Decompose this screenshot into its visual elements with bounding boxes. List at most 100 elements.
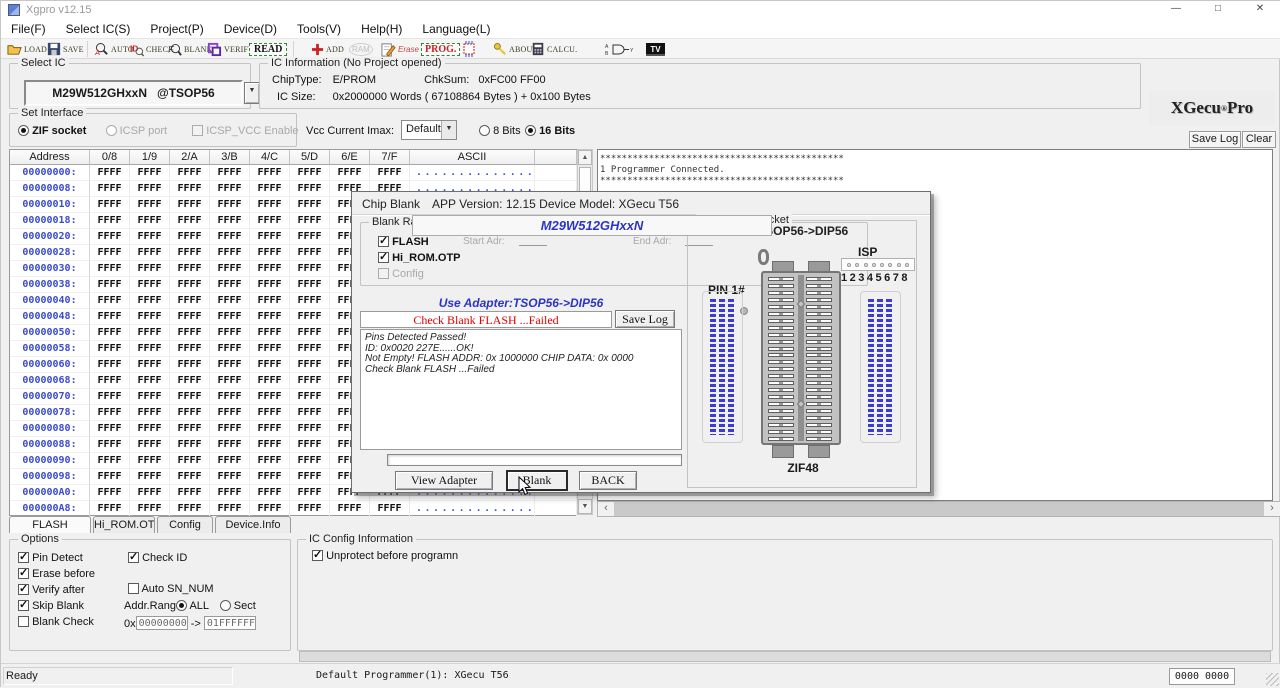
hex-cell[interactable]: FFFF: [210, 469, 250, 485]
hex-cell[interactable]: FFFF: [130, 453, 170, 469]
tab-hi-rom-otp[interactable]: Hi_ROM.OTP: [93, 516, 155, 533]
hex-cell[interactable]: FFFF: [90, 309, 130, 325]
hex-cell[interactable]: FFFF: [210, 405, 250, 421]
hex-cell[interactable]: FFFF: [290, 325, 330, 341]
hex-cell[interactable]: FFFF: [170, 245, 210, 261]
hex-cell[interactable]: FFFF: [90, 197, 130, 213]
hex-cell[interactable]: FFFF: [250, 421, 290, 437]
hex-cell[interactable]: FFFF: [170, 229, 210, 245]
hex-cell[interactable]: FFFF: [130, 421, 170, 437]
hex-cell[interactable]: FFFF: [290, 341, 330, 357]
unprotect-checkbox[interactable]: [312, 550, 323, 561]
hex-cell[interactable]: FFFF: [170, 485, 210, 501]
hex-cell[interactable]: FFFF: [250, 357, 290, 373]
hex-cell[interactable]: FFFF: [90, 405, 130, 421]
hex-cell[interactable]: FFFF: [250, 229, 290, 245]
hex-cell[interactable]: FFFF: [170, 261, 210, 277]
hex-cell[interactable]: FFFF: [210, 197, 250, 213]
addr-all-radio[interactable]: [176, 600, 187, 611]
hex-cell[interactable]: FFFF: [210, 181, 250, 197]
hex-cell[interactable]: FFFF: [170, 309, 210, 325]
bits16-radio[interactable]: [525, 125, 536, 136]
hex-cell[interactable]: FFFF: [290, 229, 330, 245]
log-horizontal-scrollbar[interactable]: ‹ ›: [597, 501, 1280, 517]
hex-cell[interactable]: FFFF: [290, 165, 330, 181]
erase-button[interactable]: Erase: [381, 39, 419, 59]
hex-cell[interactable]: FFFF: [290, 277, 330, 293]
hex-cell[interactable]: FFFF: [290, 213, 330, 229]
bits8-radio[interactable]: [479, 125, 490, 136]
hex-cell[interactable]: FFFF: [170, 197, 210, 213]
hex-cell[interactable]: FFFF: [90, 245, 130, 261]
hex-cell[interactable]: FFFF: [90, 229, 130, 245]
hex-cell[interactable]: FFFF: [250, 501, 290, 517]
hex-cell[interactable]: FFFF: [90, 165, 130, 181]
select-ic-dropdown-button[interactable]: ▼: [244, 82, 260, 104]
menu-select-ic[interactable]: Select IC(S): [56, 22, 141, 36]
hex-cell[interactable]: FFFF: [210, 421, 250, 437]
hex-cell[interactable]: FFFF: [130, 181, 170, 197]
hex-cell[interactable]: FFFF: [90, 261, 130, 277]
minimize-button[interactable]: —: [1155, 1, 1197, 19]
hex-cell[interactable]: FFFF: [290, 245, 330, 261]
save-button[interactable]: SAVE: [47, 39, 84, 59]
hex-column-header[interactable]: 3/B: [210, 150, 250, 165]
hex-cell[interactable]: FFFF: [90, 469, 130, 485]
hex-cell[interactable]: FFFF: [250, 485, 290, 501]
skip-blank-checkbox[interactable]: [18, 600, 29, 611]
load-button[interactable]: LOAD: [7, 39, 47, 59]
hex-cell[interactable]: FFFF: [250, 389, 290, 405]
hex-cell[interactable]: FFFF: [290, 389, 330, 405]
hex-cell[interactable]: FFFF: [130, 197, 170, 213]
hex-cell[interactable]: FFFF: [130, 261, 170, 277]
tab-flash[interactable]: FLASH: [9, 516, 91, 533]
hex-cell[interactable]: FFFF: [210, 325, 250, 341]
menu-project[interactable]: Project(P): [140, 22, 213, 36]
scroll-left-button[interactable]: ‹: [598, 502, 614, 516]
vcc-imax-select[interactable]: Default ▼: [401, 120, 457, 140]
hex-cell[interactable]: FFFF: [370, 165, 410, 181]
hex-cell[interactable]: FFFF: [90, 421, 130, 437]
blank-check-checkbox[interactable]: [18, 616, 29, 627]
calcu-button[interactable]: CALCU.: [531, 39, 577, 59]
hex-cell[interactable]: FFFF: [250, 437, 290, 453]
dialog-save-log-button[interactable]: Save Log: [615, 310, 675, 328]
hex-cell[interactable]: FFFF: [330, 165, 370, 181]
hex-cell[interactable]: FFFF: [210, 293, 250, 309]
hex-cell[interactable]: FFFF: [250, 453, 290, 469]
bottom-scrollbar-track[interactable]: [299, 651, 1271, 662]
hex-cell[interactable]: FFFF: [250, 373, 290, 389]
hex-cell[interactable]: FFFF: [130, 245, 170, 261]
hex-cell[interactable]: FFFF: [250, 277, 290, 293]
hex-cell[interactable]: FFFF: [290, 261, 330, 277]
hex-cell[interactable]: FFFF: [170, 213, 210, 229]
tv-button[interactable]: TV: [646, 39, 665, 59]
addr-sect-radio[interactable]: [220, 600, 231, 611]
hex-cell[interactable]: FFFF: [210, 213, 250, 229]
hex-cell[interactable]: FFFF: [290, 501, 330, 517]
check-id-checkbox[interactable]: [128, 552, 139, 563]
hex-cell[interactable]: FFFF: [130, 437, 170, 453]
flash-checkbox[interactable]: [378, 236, 389, 247]
hex-column-header[interactable]: ASCII: [410, 150, 535, 165]
addr-from-input[interactable]: 00000000: [136, 616, 188, 630]
auto-sn-checkbox[interactable]: [128, 583, 139, 594]
hex-cell[interactable]: FFFF: [210, 453, 250, 469]
hex-cell[interactable]: FFFF: [250, 213, 290, 229]
hex-column-header[interactable]: [535, 150, 577, 165]
hex-column-header[interactable]: 0/8: [90, 150, 130, 165]
maximize-button[interactable]: □: [1197, 1, 1239, 19]
hex-column-header[interactable]: 7/F: [370, 150, 410, 165]
hex-cell[interactable]: FFFF: [290, 421, 330, 437]
scroll-down-button[interactable]: ▼: [578, 499, 592, 514]
hex-cell[interactable]: FFFF: [290, 437, 330, 453]
auto-button[interactable]: A AUTO: [94, 39, 134, 59]
hex-cell[interactable]: FFFF: [130, 277, 170, 293]
hex-cell[interactable]: FFFF: [90, 437, 130, 453]
verify-button[interactable]: VERIFY: [207, 39, 254, 59]
hex-cell[interactable]: FFFF: [210, 165, 250, 181]
hex-cell[interactable]: FFFF: [90, 373, 130, 389]
hex-cell[interactable]: FFFF: [250, 325, 290, 341]
tab-config[interactable]: Config: [157, 516, 213, 533]
hex-cell[interactable]: FFFF: [130, 341, 170, 357]
